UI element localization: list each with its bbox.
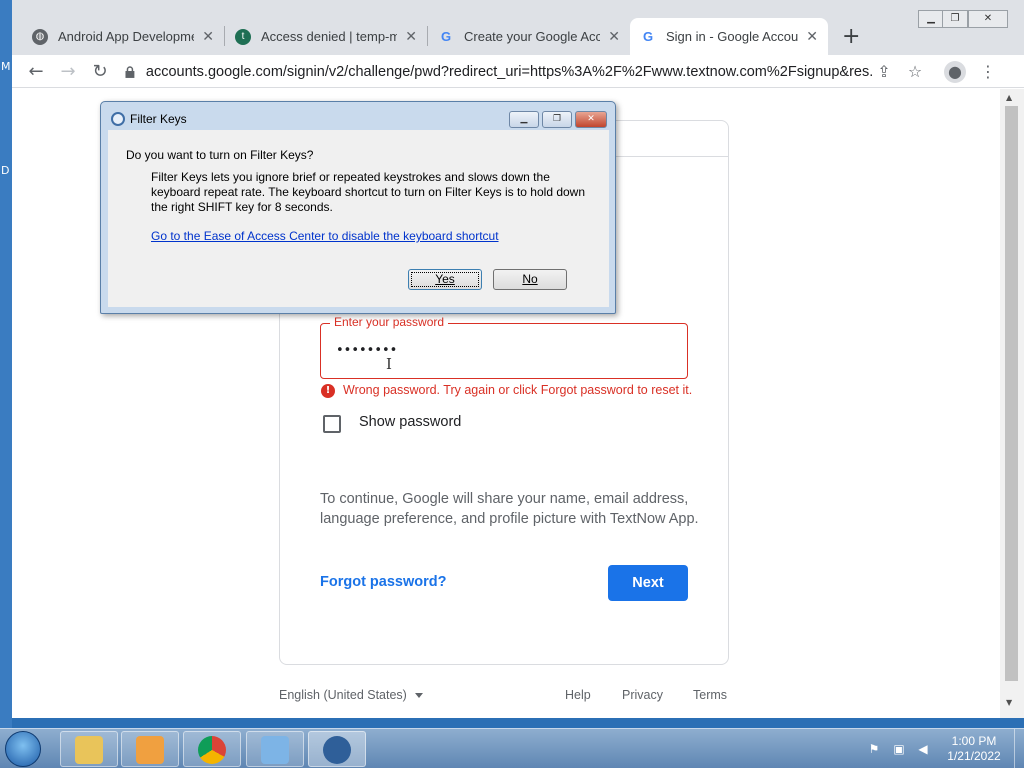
maximize-button[interactable]: ❐: [942, 10, 968, 28]
desktop-icon-label: M: [1, 60, 11, 73]
password-field-label: Enter your password: [330, 315, 449, 329]
close-icon[interactable]: ✕: [608, 28, 620, 45]
action-center-icon[interactable]: ⚑: [866, 741, 882, 757]
scroll-thumb[interactable]: [1005, 106, 1018, 681]
taskbar-media-player[interactable]: [121, 731, 179, 767]
forward-button[interactable]: →: [56, 60, 80, 84]
star-icon[interactable]: ☆: [904, 61, 926, 83]
language-selector[interactable]: English (United States): [279, 688, 423, 702]
scrollbar[interactable]: ▲ ▼: [1000, 89, 1024, 718]
dialog-question: Do you want to turn on Filter Keys?: [126, 148, 314, 162]
tab-temp-mail[interactable]: t Access denied | temp-ma ✕: [225, 18, 427, 55]
menu-icon[interactable]: ⋮: [977, 61, 999, 83]
privacy-link[interactable]: Privacy: [622, 688, 663, 702]
no-button[interactable]: No: [493, 269, 567, 290]
desktop-icon-label: D: [1, 164, 10, 177]
caret-down-icon: [414, 693, 423, 699]
language-label: English (United States): [279, 688, 407, 702]
clock-date: 1/21/2022: [947, 749, 1001, 763]
text-cursor-icon: I: [386, 355, 392, 373]
globe-icon: ◍: [32, 28, 48, 45]
ease-of-access-icon: [111, 112, 125, 126]
taskbar: ⚑ ▣ ◀ 1:00 PM 1/21/2022: [0, 728, 1024, 768]
close-icon[interactable]: ✕: [806, 28, 818, 45]
filter-keys-dialog: Filter Keys ▁ ❐ ✕ Do you want to turn on…: [100, 101, 616, 314]
chrome-icon: [198, 736, 226, 764]
address-bar[interactable]: accounts.google.com/signin/v2/challenge/…: [124, 58, 874, 86]
dialog-body: Do you want to turn on Filter Keys? Filt…: [108, 130, 609, 307]
network-icon[interactable]: ▣: [891, 741, 907, 757]
ease-of-access-link[interactable]: Go to the Ease of Access Center to disab…: [151, 229, 499, 243]
share-icon[interactable]: ⇪: [873, 61, 895, 83]
close-window-button[interactable]: ✕: [968, 10, 1008, 28]
google-g-icon: G: [642, 29, 654, 44]
clock-time: 1:00 PM: [951, 734, 997, 748]
tab-strip: ◍ Android App Developmen ✕ t Access deni…: [12, 0, 1024, 55]
terms-link[interactable]: Terms: [693, 688, 727, 702]
google-g-icon: G: [440, 29, 452, 44]
tab-sign-in-google[interactable]: G Sign in - Google Accounts ✕: [630, 18, 828, 55]
browser-toolbar: ← → ↻ accounts.google.com/signin/v2/chal…: [12, 55, 1024, 88]
next-button[interactable]: Next: [608, 565, 688, 601]
desktop-edge: M D: [0, 0, 12, 728]
lock-icon: [125, 66, 135, 78]
dialog-title: Filter Keys: [130, 112, 187, 126]
show-password-checkbox[interactable]: [323, 415, 341, 433]
taskbar-chrome[interactable]: [183, 731, 241, 767]
tab-label: Access denied | temp-ma: [261, 29, 398, 44]
close-icon[interactable]: ✕: [202, 28, 214, 45]
forgot-password-link[interactable]: Forgot password?: [320, 574, 446, 590]
minimize-button[interactable]: ▁: [918, 10, 944, 28]
taskbar-explorer[interactable]: [60, 731, 118, 767]
media-player-icon: [136, 736, 164, 764]
error-message: Wrong password. Try again or click Forgo…: [343, 383, 693, 397]
consent-text: To continue, Google will share your name…: [320, 491, 699, 527]
taskbar-ease-of-access[interactable]: [308, 731, 366, 767]
error-icon: !: [321, 384, 335, 398]
url-text: accounts.google.com/signin/v2/challenge/…: [145, 64, 874, 80]
folder-icon: [75, 736, 103, 764]
new-tab-button[interactable]: +: [842, 24, 860, 49]
clock[interactable]: 1:00 PM 1/21/2022: [935, 734, 1013, 764]
scroll-up-icon[interactable]: ▲: [1006, 93, 1012, 102]
dialog-maximize-button[interactable]: ❐: [542, 111, 572, 128]
control-panel-icon: [261, 736, 289, 764]
volume-icon[interactable]: ◀: [915, 741, 931, 757]
yes-button[interactable]: Yes: [408, 269, 482, 290]
back-button[interactable]: ←: [24, 60, 48, 84]
close-icon[interactable]: ✕: [405, 28, 417, 45]
help-link[interactable]: Help: [565, 688, 591, 702]
tab-label: Create your Google Acco: [464, 29, 601, 44]
tab-label: Sign in - Google Accounts: [666, 29, 799, 44]
tab-label: Android App Developmen: [58, 29, 195, 44]
start-button[interactable]: [5, 731, 41, 767]
temp-mail-icon: t: [235, 28, 251, 45]
show-password-label[interactable]: Show password: [359, 414, 461, 430]
ease-of-access-icon: [323, 736, 351, 764]
tab-android-app[interactable]: ◍ Android App Developmen ✕: [22, 18, 224, 55]
taskbar-control-panel[interactable]: [246, 731, 304, 767]
reload-button[interactable]: ↻: [88, 60, 112, 84]
dialog-minimize-button[interactable]: ▁: [509, 111, 539, 128]
dialog-close-button[interactable]: ✕: [575, 111, 607, 128]
scroll-down-icon[interactable]: ▼: [1006, 698, 1012, 707]
tab-create-google-account[interactable]: G Create your Google Acco ✕: [428, 18, 630, 55]
show-desktop-button[interactable]: [1014, 729, 1024, 768]
profile-icon[interactable]: ●: [944, 61, 966, 83]
dialog-description: Filter Keys lets you ignore brief or rep…: [151, 170, 586, 214]
